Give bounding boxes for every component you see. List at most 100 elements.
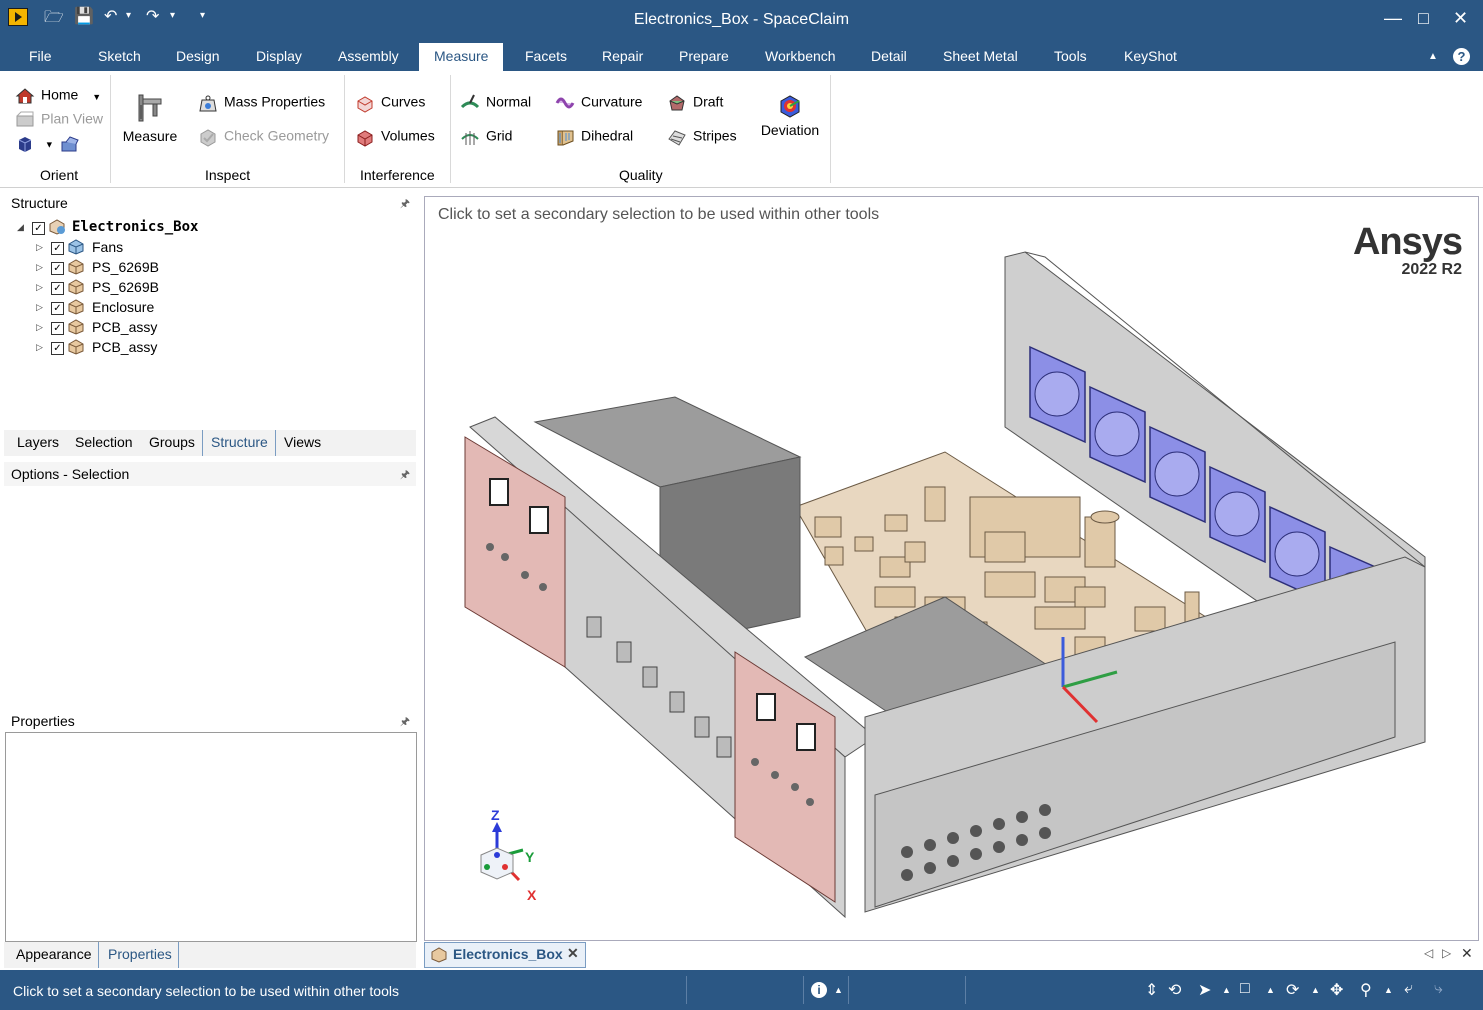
tree-root-label: Electronics_Box	[72, 219, 199, 235]
info-icon[interactable]: i	[811, 982, 827, 998]
tree-item-label: Enclosure	[92, 299, 155, 315]
tree-item-label: PCB_assy	[92, 319, 158, 335]
tab-layers[interactable]: Layers	[17, 434, 59, 450]
deviation-button[interactable]: Deviation	[758, 93, 822, 138]
stripes-button[interactable]: Stripes	[667, 127, 737, 147]
tab-appearance[interactable]: Appearance	[16, 946, 92, 962]
visibility-checkbox[interactable]: ✓	[32, 222, 45, 235]
curves-interference-icon	[357, 96, 373, 113]
spin-view-icon[interactable]: ⟳	[1286, 980, 1299, 1000]
view-cube-button[interactable]: ▼	[15, 134, 54, 154]
tab-groups[interactable]: Groups	[149, 434, 195, 450]
snap-view-button[interactable]	[60, 134, 86, 154]
tab-measure[interactable]: Measure	[419, 43, 504, 71]
tab-structure[interactable]: Structure	[211, 434, 268, 450]
tab-selection[interactable]: Selection	[75, 434, 133, 450]
tab-assembly[interactable]: Assembly	[338, 48, 399, 64]
close-documents-icon[interactable]: ✕	[1461, 945, 1473, 962]
visibility-checkbox[interactable]: ✓	[51, 282, 64, 295]
zoom-dropdown-icon[interactable]: ▲	[1384, 985, 1393, 995]
help-icon[interactable]: ?	[1453, 48, 1470, 65]
tab-design[interactable]: Design	[176, 48, 220, 64]
expand-triangle-icon[interactable]: ▷	[36, 262, 43, 273]
expand-triangle-icon[interactable]: ▷	[36, 282, 43, 293]
expand-triangle-icon[interactable]: ▷	[36, 302, 43, 313]
previous-view-icon[interactable]: ⤶	[1404, 980, 1413, 998]
tab-properties[interactable]: Properties	[108, 946, 172, 962]
mass-properties-button[interactable]: Mass Properties	[198, 93, 325, 113]
collapse-triangle-icon[interactable]: ◢	[17, 222, 24, 233]
info-dropdown-icon[interactable]: ▲	[834, 985, 843, 995]
properties-panel-title: Properties	[11, 713, 75, 729]
home-button[interactable]: Home ▼	[15, 86, 101, 106]
home-dropdown-icon[interactable]: ▼	[92, 92, 101, 102]
zoom-icon[interactable]: ⚲	[1360, 980, 1372, 1000]
scroll-left-icon[interactable]: ◁	[1424, 946, 1433, 960]
visibility-checkbox[interactable]: ✓	[51, 262, 64, 275]
visibility-checkbox[interactable]: ✓	[51, 302, 64, 315]
ribbon: Home ▼ Plan View ▼ Orient Measure Mass P…	[0, 71, 1483, 188]
grid-icon	[461, 131, 479, 145]
spin-dropdown-icon[interactable]: ▲	[1311, 985, 1320, 995]
volumes-interference-icon	[357, 130, 373, 147]
dihedral-button[interactable]: Dihedral	[555, 127, 633, 147]
minimize-icon[interactable]: —	[1384, 8, 1402, 29]
plan-view-button[interactable]: Plan View	[15, 110, 103, 130]
grid-button[interactable]: Grid	[460, 127, 512, 147]
electronics-box-model[interactable]	[425, 197, 1478, 940]
dihedral-icon	[557, 130, 574, 146]
close-icon[interactable]: ✕	[1453, 8, 1468, 29]
normal-icon	[460, 94, 480, 109]
expand-triangle-icon[interactable]: ▷	[36, 322, 43, 333]
visibility-checkbox[interactable]: ✓	[51, 242, 64, 255]
pin-icon[interactable]: 🖈	[400, 713, 410, 732]
curvature-button[interactable]: Curvature	[555, 93, 642, 113]
draft-button[interactable]: Draft	[667, 93, 723, 113]
collapse-ribbon-icon[interactable]: ▲	[1428, 51, 1438, 62]
scroll-right-icon[interactable]: ▷	[1442, 946, 1451, 960]
tree-item-label: Fans	[92, 239, 124, 255]
tab-display[interactable]: Display	[256, 48, 302, 64]
select-dropdown-icon[interactable]: ▲	[1222, 985, 1231, 995]
tab-file[interactable]: File	[29, 48, 52, 64]
tab-sheet-metal[interactable]: Sheet Metal	[943, 48, 1018, 64]
tab-views[interactable]: Views	[284, 434, 321, 450]
tab-detail[interactable]: Detail	[871, 48, 907, 64]
maximize-icon[interactable]: □	[1418, 8, 1429, 29]
tab-facets[interactable]: Facets	[525, 48, 567, 64]
next-view-icon[interactable]: ⤷	[1434, 980, 1443, 998]
axis-z-label: Z	[491, 807, 500, 823]
tab-divider	[178, 942, 179, 968]
tab-repair[interactable]: Repair	[602, 48, 643, 64]
visibility-checkbox[interactable]: ✓	[51, 322, 64, 335]
tab-tools[interactable]: Tools	[1054, 48, 1087, 64]
box-dropdown-icon[interactable]: ▲	[1266, 985, 1275, 995]
tab-prepare[interactable]: Prepare	[679, 48, 729, 64]
measure-button[interactable]: Measure	[122, 91, 178, 144]
check-geometry-button[interactable]: Check Geometry	[198, 127, 329, 147]
pin-icon[interactable]: 🖈	[400, 195, 410, 214]
expand-triangle-icon[interactable]: ▷	[36, 342, 43, 353]
curves-button[interactable]: Curves	[355, 93, 425, 113]
expand-triangle-icon[interactable]: ▷	[36, 242, 43, 253]
curvature-icon	[555, 97, 575, 109]
volumes-button[interactable]: Volumes	[355, 127, 435, 147]
close-tab-icon[interactable]: ✕	[567, 945, 579, 962]
pan-icon[interactable]: ✥	[1330, 980, 1343, 1000]
visibility-checkbox[interactable]: ✓	[51, 342, 64, 355]
view-dropdown-icon[interactable]: ▼	[45, 140, 54, 150]
graphics-viewport[interactable]: Click to set a secondary selection to be…	[424, 196, 1479, 941]
select-pointer-icon[interactable]: ➤	[1198, 980, 1211, 1000]
properties-grid[interactable]	[5, 732, 417, 942]
component-icon	[68, 319, 84, 335]
tab-workbench[interactable]: Workbench	[765, 48, 836, 64]
rotate-select-icon[interactable]: ⟲	[1168, 980, 1181, 1000]
tab-keyshot[interactable]: KeyShot	[1124, 48, 1177, 64]
box-select-icon[interactable]: □	[1240, 980, 1250, 998]
spin-arrows-icon[interactable]: ⇕	[1145, 980, 1158, 1000]
normal-button[interactable]: Normal	[460, 93, 531, 113]
tab-sketch[interactable]: Sketch	[98, 48, 141, 64]
document-tab[interactable]: Electronics_Box ✕	[424, 942, 586, 968]
pin-icon[interactable]: 🖈	[400, 466, 410, 485]
tab-divider	[98, 942, 99, 968]
